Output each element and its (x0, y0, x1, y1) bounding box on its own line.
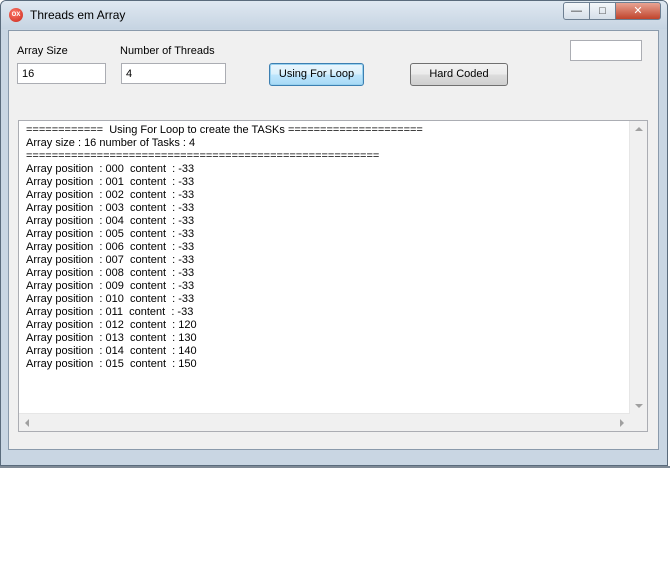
output-line: Array position : 007 content : -33 (26, 254, 195, 266)
window-shadow (0, 466, 670, 468)
maximize-button[interactable]: □ (589, 2, 616, 20)
scroll-right-arrow-icon[interactable] (620, 419, 624, 427)
array-size-label: Array Size (17, 45, 68, 57)
scroll-left-arrow-icon[interactable] (25, 419, 29, 427)
output-text: ============ Using For Loop to create th… (26, 124, 631, 371)
output-line: Array position : 013 content : 130 (26, 332, 197, 344)
output-line: Array position : 006 content : -33 (26, 241, 195, 253)
output-line: Array position : 002 content : -33 (26, 189, 195, 201)
output-line: Array position : 010 content : -33 (26, 293, 195, 305)
app-window: OX Threads em Array — □ ✕ Array Size Num… (0, 0, 668, 466)
output-line: Array position : 005 content : -33 (26, 228, 195, 240)
window-title: Threads em Array (30, 8, 126, 22)
output-line: Array position : 003 content : -33 (26, 202, 195, 214)
scroll-up-arrow-icon[interactable] (635, 127, 643, 131)
extra-input[interactable] (570, 40, 642, 61)
threads-input[interactable] (121, 63, 226, 84)
scroll-down-arrow-icon[interactable] (635, 404, 643, 408)
client-area: Array Size Number of Threads Using For L… (8, 30, 659, 450)
output-line: Array position : 000 content : -33 (26, 163, 195, 175)
scrollbar-corner (630, 414, 647, 431)
using-for-loop-button[interactable]: Using For Loop (269, 63, 364, 86)
close-button[interactable]: ✕ (615, 2, 661, 20)
hard-coded-button[interactable]: Hard Coded (410, 63, 508, 86)
output-line: Array position : 008 content : -33 (26, 267, 195, 279)
app-icon: OX (9, 8, 23, 22)
output-line: ============ Using For Loop to create th… (26, 124, 423, 136)
output-textbox[interactable]: ============ Using For Loop to create th… (18, 120, 648, 432)
output-line: Array position : 009 content : -33 (26, 280, 195, 292)
output-line: Array position : 004 content : -33 (26, 215, 195, 227)
output-line: Array size : 16 number of Tasks : 4 (26, 137, 196, 149)
minimize-button[interactable]: — (563, 2, 590, 20)
vertical-scrollbar[interactable] (629, 121, 647, 414)
output-line: Array position : 015 content : 150 (26, 358, 197, 370)
output-line: Array position : 012 content : 120 (26, 319, 197, 331)
output-line: Array position : 011 content : -33 (26, 306, 194, 318)
output-line: ========================================… (26, 150, 380, 162)
array-size-input[interactable] (17, 63, 106, 84)
title-bar[interactable]: OX Threads em Array — □ ✕ (1, 1, 667, 29)
threads-label: Number of Threads (120, 45, 215, 57)
window-bottom-frame (2, 451, 666, 463)
output-line: Array position : 014 content : 140 (26, 345, 197, 357)
output-line: Array position : 001 content : -33 (26, 176, 195, 188)
horizontal-scrollbar[interactable] (19, 413, 630, 431)
